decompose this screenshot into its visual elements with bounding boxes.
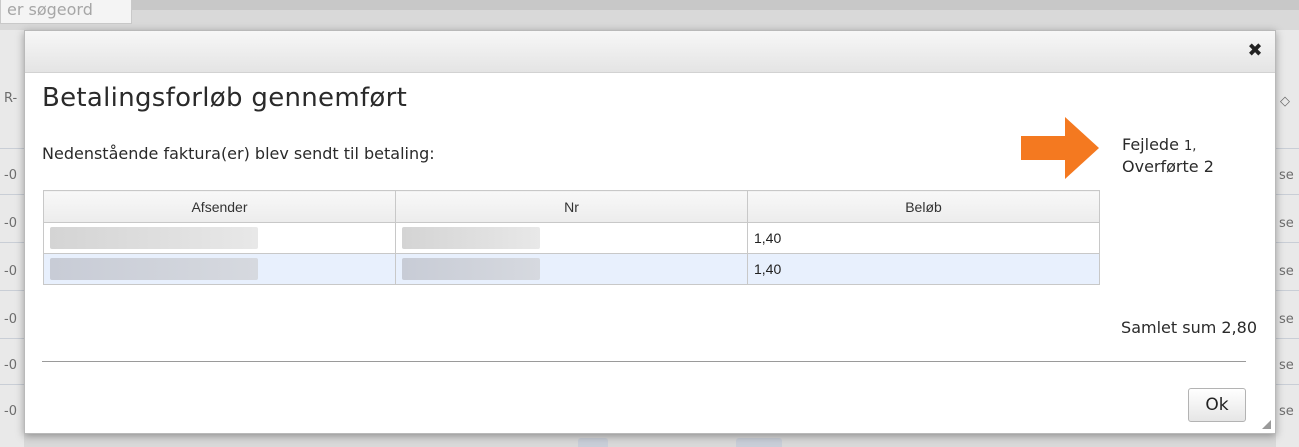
- background-fragment: -0: [4, 312, 17, 327]
- redacted-block: [50, 227, 258, 249]
- background-fragment: se: [1279, 168, 1294, 183]
- background-fragment: se: [1279, 404, 1294, 419]
- background-row-divider: [1276, 338, 1299, 339]
- nr-cell: [395, 253, 748, 285]
- background-row-divider: [1276, 242, 1299, 243]
- belob-cell: 1,40: [747, 253, 1100, 285]
- sort-icon[interactable]: ◇: [1280, 94, 1290, 109]
- divider: [42, 361, 1246, 362]
- background-fragment: se: [1279, 216, 1294, 231]
- close-icon[interactable]: ✖: [1245, 40, 1265, 62]
- redacted-block: [50, 258, 258, 280]
- table-header-row: Afsender Nr Beløb: [43, 190, 1100, 223]
- column-header-afsender[interactable]: Afsender: [43, 190, 396, 223]
- background-fragment: -0: [4, 404, 17, 419]
- table-row[interactable]: 1,40: [43, 222, 1100, 254]
- background-fragment: se: [1279, 264, 1294, 279]
- failed-count: 1,: [1184, 139, 1197, 154]
- column-header-belob[interactable]: Beløb: [747, 190, 1100, 223]
- failed-status: Fejlede 1,: [1122, 135, 1214, 157]
- arrow-right-icon: [1021, 117, 1099, 179]
- transferred-label: Overførte: [1122, 157, 1199, 176]
- background-row-divider: [0, 384, 24, 385]
- invoice-table: Afsender Nr Beløb 1,40 1,40: [43, 190, 1100, 285]
- resize-handle-icon[interactable]: [1262, 420, 1271, 429]
- background-toolbar: [0, 0, 1299, 10]
- background-fragment: R-: [4, 91, 18, 106]
- total-sum: Samlet sum 2,80: [1121, 318, 1257, 337]
- belob-cell: 1,40: [747, 222, 1100, 254]
- background-row-divider: [1276, 148, 1299, 149]
- transferred-status: Overførte 2: [1122, 157, 1214, 177]
- background-button[interactable]: [736, 438, 782, 447]
- background-row-divider: [0, 148, 24, 149]
- background-fragment: -0: [4, 358, 17, 373]
- ok-button[interactable]: Ok: [1188, 388, 1246, 422]
- background-row-divider: [1276, 384, 1299, 385]
- failed-label: Fejlede: [1122, 135, 1179, 154]
- background-row-divider: [0, 338, 24, 339]
- background-fragment: se: [1279, 312, 1294, 327]
- redacted-block: [402, 258, 540, 280]
- background-row-divider: [0, 194, 24, 195]
- afsender-cell: [43, 253, 396, 285]
- background-search-input[interactable]: er søgeord: [0, 0, 132, 24]
- background-row-divider: [0, 290, 24, 291]
- transferred-count: 2: [1203, 157, 1214, 176]
- afsender-cell: [43, 222, 396, 254]
- column-header-nr[interactable]: Nr: [395, 190, 748, 223]
- background-row-divider: [1276, 290, 1299, 291]
- nr-cell: [395, 222, 748, 254]
- payment-result-dialog: ✖ Betalingsforløb gennemført Nedenståend…: [24, 30, 1276, 434]
- background-fragment: -0: [4, 216, 17, 231]
- dialog-titlebar[interactable]: ✖: [25, 31, 1275, 73]
- dialog-title: Betalingsforløb gennemført: [42, 83, 408, 113]
- background-fragment: -0: [4, 168, 17, 183]
- dialog-subtitle: Nedenstående faktura(er) blev sendt til …: [42, 144, 435, 163]
- table-row[interactable]: 1,40: [43, 253, 1100, 285]
- background-row-divider: [0, 242, 24, 243]
- background-button[interactable]: [578, 438, 608, 447]
- redacted-block: [402, 227, 540, 249]
- background-fragment: se: [1279, 358, 1294, 373]
- payment-status: Fejlede 1, Overførte 2: [1122, 135, 1214, 177]
- background-row-divider: [1276, 194, 1299, 195]
- background-fragment: -0: [4, 264, 17, 279]
